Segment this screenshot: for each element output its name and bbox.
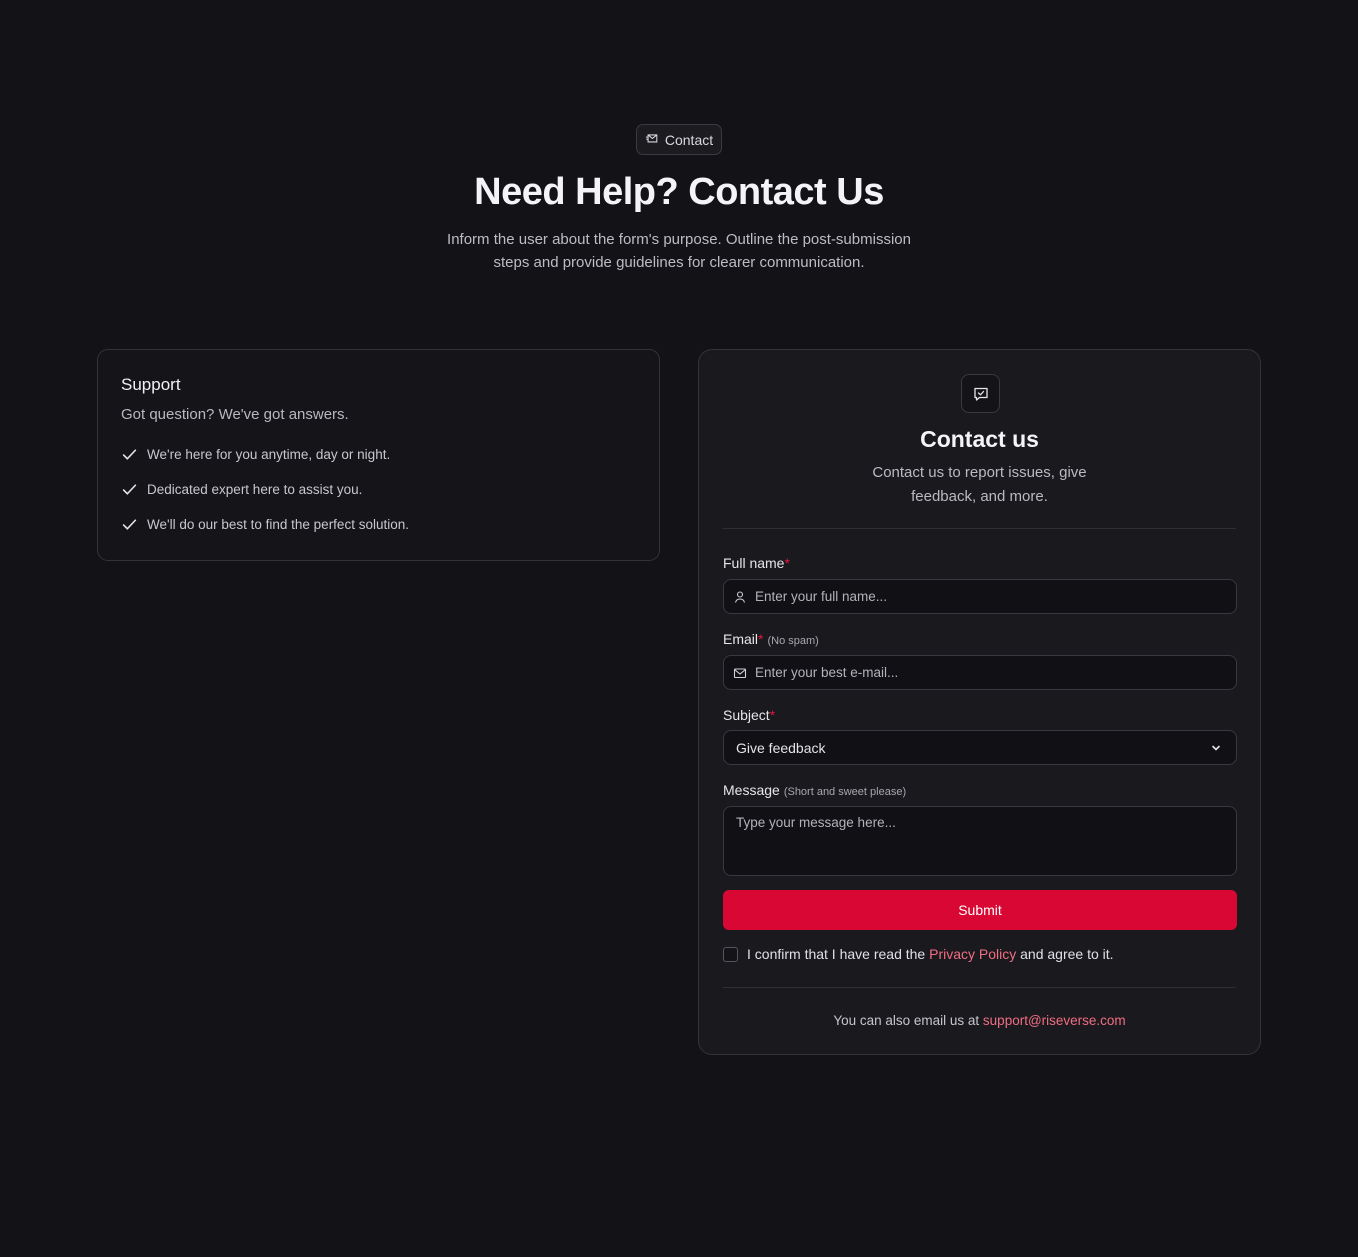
support-list-text: We'll do our best to find the perfect so…: [147, 516, 409, 532]
chevron-down-icon: [1212, 745, 1220, 750]
message-field[interactable]: [723, 806, 1237, 876]
email-footer: You can also email us at support@risever…: [699, 1013, 1260, 1028]
required-mark: *: [758, 631, 764, 647]
subject-label: Subject*: [723, 707, 775, 723]
check-icon: [122, 483, 137, 495]
support-list: We're here for you anytime, day or night…: [121, 444, 636, 534]
support-email-link[interactable]: support@riseverse.com: [983, 1013, 1126, 1028]
message-hint: (Short and sweet please): [783, 786, 907, 798]
support-list-item: We're here for you anytime, day or night…: [121, 444, 636, 464]
support-subtitle: Got question? We've got answers.: [121, 406, 349, 423]
support-card: Support Got question? We've got answers.…: [97, 349, 660, 561]
full-name-label-text: Full name: [723, 555, 785, 571]
privacy-consent: I confirm that I have read the Privacy P…: [723, 946, 1114, 962]
email-field[interactable]: [723, 655, 1237, 690]
privacy-policy-link[interactable]: Privacy Policy: [929, 946, 1016, 962]
support-list-item: Dedicated expert here to assist you.: [121, 479, 636, 499]
mail-send-icon: [645, 131, 659, 148]
divider: [723, 528, 1236, 529]
check-icon: [122, 518, 137, 530]
email-input[interactable]: [755, 665, 1236, 680]
mail-icon: [733, 667, 747, 678]
footer-prefix: You can also email us at: [833, 1013, 980, 1028]
full-name-input[interactable]: [755, 589, 1236, 604]
privacy-checkbox[interactable]: [723, 946, 738, 962]
page-subtitle: Inform the user about the form's purpose…: [447, 231, 911, 271]
full-name-label: Full name*: [723, 555, 790, 571]
contact-title: Contact us: [920, 426, 1039, 452]
consent-text: I confirm that I have read the Privacy P…: [747, 946, 1114, 962]
message-label: Message (Short and sweet please): [723, 782, 906, 798]
full-name-field[interactable]: [723, 579, 1237, 614]
page-header: Contact Need Help? Contact Us Inform the…: [0, 124, 1358, 274]
badge-label: Contact: [664, 131, 714, 148]
message-label-text: Message: [723, 782, 780, 798]
subject-select[interactable]: Give feedback: [723, 730, 1237, 765]
required-mark: *: [784, 555, 790, 571]
user-icon: [734, 590, 746, 603]
contact-icon-box: [961, 374, 1000, 413]
contact-badge: Contact: [635, 124, 723, 155]
consent-suffix: and agree to it.: [1020, 946, 1114, 962]
support-list-text: Dedicated expert here to assist you.: [147, 481, 363, 497]
divider: [723, 987, 1236, 988]
contact-description-wrap: Contact us to report issues, give feedba…: [699, 461, 1260, 509]
page-title: Need Help? Contact Us: [474, 171, 884, 213]
support-title: Support: [121, 375, 181, 394]
contact-description: Contact us to report issues, give feedba…: [872, 464, 1087, 505]
email-label: Email* (No spam): [723, 631, 819, 647]
contact-page: Contact Need Help? Contact Us Inform the…: [0, 0, 1358, 1257]
email-hint: (No spam): [767, 635, 819, 647]
message-textarea[interactable]: [736, 815, 1236, 867]
submit-button[interactable]: Submit: [723, 890, 1237, 930]
subject-selected-value: Give feedback: [736, 739, 826, 756]
email-label-text: Email: [723, 631, 759, 647]
message-square-icon: [973, 387, 988, 401]
required-mark: *: [769, 707, 776, 723]
support-list-text: We're here for you anytime, day or night…: [147, 446, 391, 462]
subject-label-text: Subject: [723, 707, 770, 723]
check-icon: [122, 448, 137, 460]
contact-form-card: Contact us Contact us to report issues, …: [698, 349, 1261, 1055]
support-list-item: We'll do our best to find the perfect so…: [121, 514, 636, 534]
consent-prefix: I confirm that I have read the: [747, 946, 926, 962]
